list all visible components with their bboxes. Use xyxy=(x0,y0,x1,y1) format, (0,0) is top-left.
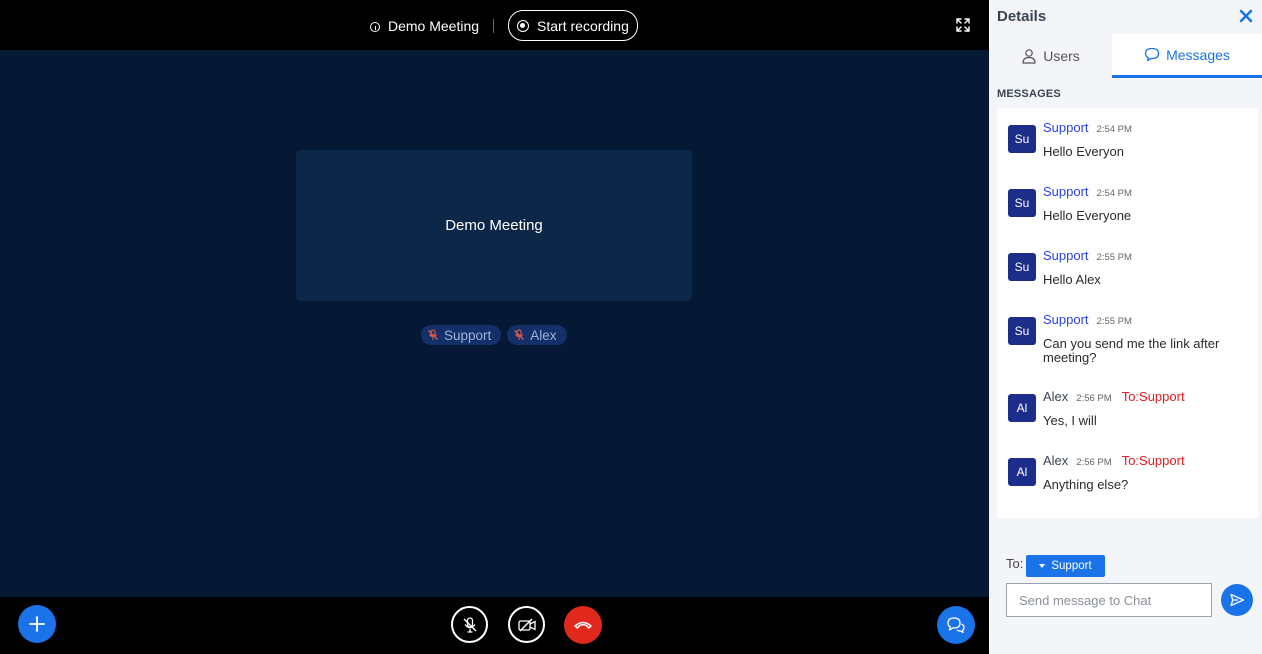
message-text: Hello Everyone xyxy=(1043,208,1132,223)
start-recording-label: Start recording xyxy=(537,17,629,34)
tab-messages-label: Messages xyxy=(1166,46,1230,63)
meeting-area: Demo Meeting Start recording Demo Meetin… xyxy=(0,0,989,654)
message-header: Support 2:55 PM xyxy=(1043,248,1132,263)
meeting-info[interactable]: Demo Meeting xyxy=(370,18,479,34)
camera-off-icon xyxy=(517,618,536,631)
meeting-header: Demo Meeting Start recording xyxy=(370,10,638,41)
message-time: 2:56 PM xyxy=(1076,457,1112,468)
participant-pill[interactable]: Alex xyxy=(507,325,567,345)
mic-muted-icon xyxy=(514,329,525,340)
message-header: Alex 2:56 PM To:Support xyxy=(1043,453,1185,468)
top-bar: Demo Meeting Start recording xyxy=(0,0,989,50)
message-text: Can you send me the link after meeting? xyxy=(1043,336,1220,365)
message-header: Support 2:54 PM xyxy=(1043,120,1132,135)
message-time: 2:54 PM xyxy=(1096,188,1132,199)
send-button[interactable] xyxy=(1221,584,1253,616)
panel-tabs: Users Messages xyxy=(989,34,1262,78)
message-sender: Support xyxy=(1043,184,1089,199)
header-divider xyxy=(493,18,495,33)
chat-bubble-icon xyxy=(1144,47,1160,62)
participant-name: Alex xyxy=(530,327,557,343)
user-icon xyxy=(1022,49,1036,64)
actions-button[interactable] xyxy=(18,605,56,643)
to-label: To: xyxy=(1006,556,1024,571)
messages-section-label: MESSAGES xyxy=(997,88,1061,100)
presenter-tile: Demo Meeting xyxy=(296,150,692,301)
fullscreen-icon[interactable] xyxy=(955,17,971,33)
private-recipient: To:Support xyxy=(1121,389,1185,404)
message-header: Support 2:55 PM xyxy=(1043,312,1132,327)
message-header: Alex 2:56 PM To:Support xyxy=(1043,389,1185,404)
message-sender: Support xyxy=(1043,120,1089,135)
message-header: Support 2:54 PM xyxy=(1043,184,1132,199)
send-icon xyxy=(1230,593,1245,607)
plus-icon xyxy=(29,616,45,632)
close-icon[interactable] xyxy=(1238,8,1254,24)
mic-off-icon xyxy=(463,616,476,633)
message-time: 2:56 PM xyxy=(1076,393,1112,404)
message-sender: Support xyxy=(1043,312,1089,327)
chat-message-input[interactable] xyxy=(1006,583,1212,617)
meeting-title: Demo Meeting xyxy=(388,17,480,34)
presenter-name: Demo Meeting xyxy=(445,217,543,234)
message-text: Anything else? xyxy=(1043,477,1129,492)
message-sender: Alex xyxy=(1043,453,1069,468)
avatar: Su xyxy=(1008,253,1036,281)
message-text: Yes, I will xyxy=(1043,413,1097,428)
avatar: Su xyxy=(1008,125,1036,153)
participant-list: Support Alex xyxy=(421,325,567,345)
details-panel: Details Users Messages MESSAGES Su Suppo… xyxy=(989,0,1262,654)
tab-users[interactable]: Users xyxy=(989,34,1112,78)
mic-muted-icon xyxy=(428,329,438,340)
recipient-dropdown[interactable]: Support xyxy=(1026,555,1105,577)
hang-up-icon xyxy=(574,621,592,629)
participant-name: Support xyxy=(444,327,492,343)
message-sender: Support xyxy=(1043,248,1089,263)
message-text: Hello Everyon xyxy=(1043,144,1124,159)
avatar: Su xyxy=(1008,317,1036,345)
record-icon xyxy=(517,19,530,32)
message-time: 2:55 PM xyxy=(1096,316,1132,327)
private-recipient: To:Support xyxy=(1121,453,1185,468)
info-icon xyxy=(370,21,380,32)
chat-bubbles-icon xyxy=(947,617,965,634)
tab-messages[interactable]: Messages xyxy=(1112,34,1262,78)
message-text: Hello Alex xyxy=(1043,272,1101,287)
avatar: Al xyxy=(1008,394,1036,422)
message-time: 2:54 PM xyxy=(1096,124,1132,135)
participant-pill[interactable]: Support xyxy=(421,325,502,345)
panel-title: Details xyxy=(997,8,1047,25)
message-list: Su Support 2:54 PM Hello Everyon Su Supp… xyxy=(997,108,1258,518)
message-sender: Alex xyxy=(1043,389,1069,404)
caret-down-icon xyxy=(1039,564,1046,568)
leave-meeting-button[interactable] xyxy=(564,606,602,644)
avatar: Su xyxy=(1008,189,1036,217)
unmute-button[interactable] xyxy=(451,606,488,643)
message-time: 2:55 PM xyxy=(1096,252,1132,263)
toggle-chat-button[interactable] xyxy=(937,606,975,644)
tab-users-label: Users xyxy=(1043,48,1080,64)
start-video-button[interactable] xyxy=(508,606,545,643)
avatar: Al xyxy=(1008,458,1036,486)
recipient-label: Support xyxy=(1051,560,1092,572)
chat-compose: To: Support xyxy=(989,550,1262,654)
panel-header: Details xyxy=(989,0,1262,34)
bottom-bar xyxy=(0,597,989,654)
start-recording-button[interactable]: Start recording xyxy=(508,10,638,41)
